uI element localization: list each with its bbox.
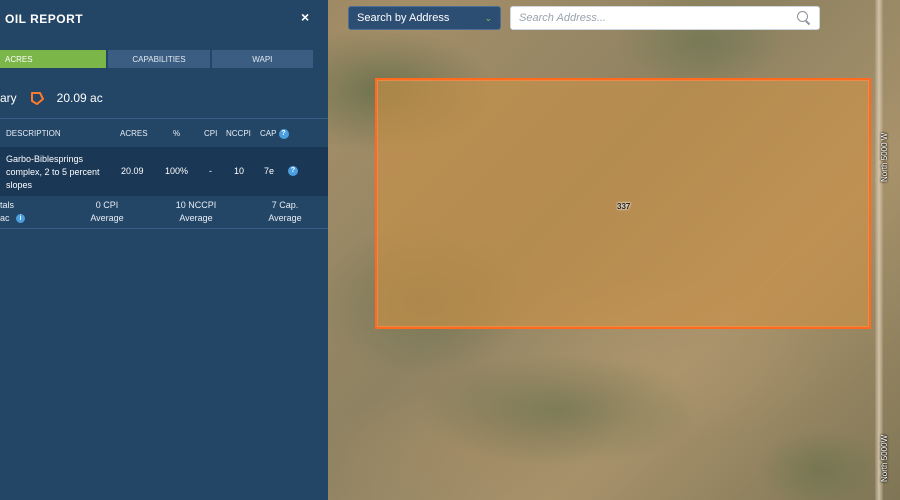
header-cpi: CPI: [204, 129, 218, 138]
panel-title: OIL REPORT: [5, 12, 84, 26]
info-icon[interactable]: i: [16, 214, 26, 224]
totals-cap: 7 Cap. Average: [260, 199, 310, 225]
tab-capabilities[interactable]: CAPABILITIES: [108, 50, 210, 68]
parcel-boundary[interactable]: 337: [375, 78, 871, 329]
totals-row: tals ac i 0 CPI Average 10 NCCPI Average…: [0, 199, 328, 229]
row-acres: 20.09: [121, 166, 144, 176]
divider: [0, 118, 328, 119]
totals-label: tals ac i: [0, 199, 26, 225]
road-label-top: North 5000 W: [880, 132, 889, 182]
summary-label: ary: [0, 91, 17, 105]
totals-label-line2: ac: [0, 213, 10, 223]
totals-nccpi-value: 10 NCCPI: [175, 200, 217, 210]
search-type-label: Search by Address: [357, 12, 450, 24]
table-row[interactable]: Garbo-Biblesprings complex, 2 to 5 perce…: [0, 147, 328, 196]
help-icon[interactable]: ?: [288, 166, 298, 176]
totals-label-line2-wrap: ac i: [0, 212, 26, 225]
chevron-down-icon: ⌄: [484, 12, 492, 23]
header-cap: CAP ?: [260, 129, 289, 139]
row-nccpi: 10: [234, 166, 245, 176]
header-cap-label: CAP: [260, 129, 277, 139]
tab-acres[interactable]: ACRES: [0, 50, 107, 68]
totals-cpi-label: Average: [90, 213, 124, 223]
totals-cap-label: Average: [268, 213, 302, 223]
search-address-box[interactable]: [510, 6, 820, 30]
totals-cpi-value: 0 CPI: [95, 200, 119, 210]
row-description: Garbo-Biblesprings complex, 2 to 5 perce…: [6, 154, 100, 190]
report-tabs: ACRES CAPABILITIES WAPI: [0, 50, 313, 68]
divider: [0, 228, 328, 229]
totals-nccpi: 10 NCCPI Average: [166, 199, 226, 225]
help-icon[interactable]: ?: [278, 129, 289, 139]
parcel-label: 337: [617, 202, 631, 211]
boundary-polygon-icon: [30, 92, 44, 105]
row-percent: 100%: [165, 166, 189, 176]
row-cap: 7e: [264, 166, 275, 176]
totals-label-line1: tals: [0, 200, 15, 210]
totals-cap-value: 7 Cap.: [271, 200, 299, 210]
close-icon[interactable]: ×: [301, 9, 309, 25]
header-acres: ACRES: [120, 129, 148, 138]
road: [875, 0, 883, 500]
search-address-input[interactable]: [519, 12, 789, 24]
soil-report-panel: OIL REPORT × ACRES CAPABILITIES WAPI ary…: [0, 0, 328, 500]
search-icon[interactable]: [797, 11, 811, 25]
tab-wapi[interactable]: WAPI: [211, 50, 313, 68]
header-description: DESCRIPTION: [6, 129, 61, 138]
totals-cpi: 0 CPI Average: [82, 199, 132, 225]
totals-nccpi-label: Average: [179, 213, 213, 223]
header-percent: %: [173, 129, 181, 138]
boundary-summary: ary 20.09 ac: [0, 88, 103, 108]
search-type-dropdown[interactable]: Search by Address ⌄: [348, 6, 501, 30]
row-cpi: -: [209, 166, 212, 176]
road-label-bottom: North 5000W: [880, 434, 889, 482]
header-nccpi: NCCPI: [226, 129, 251, 138]
summary-acres: 20.09 ac: [56, 91, 103, 105]
